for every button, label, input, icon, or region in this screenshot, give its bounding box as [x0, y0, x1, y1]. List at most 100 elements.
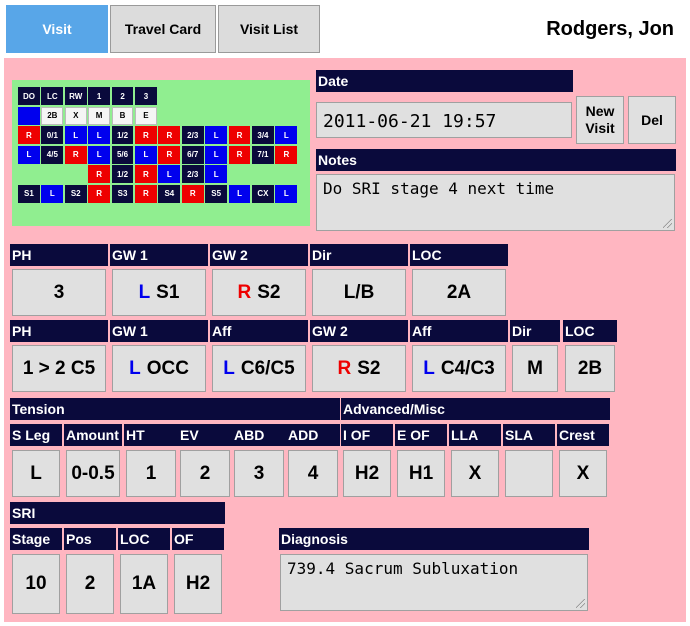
travel-card-cell[interactable]: L — [135, 145, 157, 164]
side-indicator: L — [423, 357, 435, 379]
travel-card-cell[interactable]: R — [88, 184, 111, 203]
field-value: H2 — [185, 573, 211, 594]
field-value-box[interactable]: 3 — [12, 269, 106, 316]
field-value-box[interactable]: 3 — [234, 450, 284, 497]
field-value-box[interactable]: H2 — [343, 450, 391, 497]
field-value-box[interactable]: 1 — [126, 450, 176, 497]
field-header: Aff — [410, 320, 508, 342]
travel-card-cell[interactable]: RW — [64, 87, 87, 105]
field-value-box[interactable]: M — [512, 345, 558, 392]
travel-card-cell[interactable]: 2/3 — [181, 165, 204, 183]
resize-handle-icon[interactable] — [663, 219, 672, 228]
field-value-box[interactable]: 4 — [288, 450, 338, 497]
travel-card-grid[interactable]: DO LC RW 1 2 3 2B X M B E R 0/1 L L 1/2 R R 2/3 L R 3/4 L L 4/5 R… — [12, 80, 310, 226]
travel-card-cell[interactable]: 1/2 — [111, 165, 134, 183]
travel-card-cell[interactable]: 3 — [135, 87, 157, 105]
travel-card-cell[interactable]: R — [135, 184, 157, 203]
field-value-box[interactable]: L — [12, 450, 60, 497]
travel-card-cell[interactable]: S2 — [64, 184, 87, 203]
field-value-box[interactable]: R S2 — [212, 269, 306, 316]
field-value-box[interactable]: L C4/C3 — [412, 345, 506, 392]
field-value-box[interactable]: 0-0.5 — [66, 450, 120, 497]
travel-card-cell[interactable]: R — [158, 145, 181, 164]
field-value-box[interactable]: X — [451, 450, 499, 497]
field-value-box[interactable]: L OCC — [112, 345, 206, 392]
travel-card-cell[interactable]: CX — [252, 184, 274, 203]
travel-card-cell[interactable]: L — [41, 184, 64, 203]
travel-card-cell[interactable]: 0/1 — [41, 126, 64, 144]
travel-card-cell[interactable]: S5 — [205, 184, 228, 203]
field-value-box[interactable]: 1 > 2 C5 — [12, 345, 106, 392]
field-value: H1 — [408, 462, 434, 484]
travel-card-cell[interactable]: L — [158, 165, 181, 183]
field-value-box[interactable]: 10 — [12, 554, 60, 614]
travel-card-cell[interactable]: 1/2 — [111, 126, 134, 144]
travel-card-cell[interactable]: R — [228, 145, 251, 164]
travel-card-cell[interactable]: LC — [41, 87, 64, 105]
travel-card-cell[interactable]: 5/6 — [111, 145, 134, 164]
field-value-box[interactable]: 2 — [180, 450, 230, 497]
resize-handle-icon[interactable] — [576, 599, 585, 608]
date-input[interactable]: 2011-06-21 19:57 — [316, 102, 572, 138]
travel-card-cell[interactable]: R — [88, 165, 111, 183]
travel-card-cell[interactable]: 3/4 — [252, 126, 274, 144]
field-value-box[interactable]: R S2 — [312, 345, 406, 392]
travel-card-cell[interactable]: 2B — [41, 106, 64, 125]
travel-card-cell[interactable]: L — [88, 145, 111, 164]
travel-card-cell[interactable]: DO — [18, 87, 40, 105]
travel-card-cell[interactable]: R — [135, 165, 157, 183]
field-value-box[interactable] — [505, 450, 553, 497]
field-value-box[interactable]: X — [559, 450, 607, 497]
travel-card-cell[interactable]: R — [275, 145, 298, 164]
field-value-box[interactable]: H1 — [397, 450, 445, 497]
travel-card-cell[interactable]: L — [205, 165, 228, 183]
travel-card-cell[interactable]: 1 — [88, 87, 111, 105]
travel-card-cell[interactable] — [18, 106, 40, 125]
travel-card-cell[interactable]: R — [18, 126, 40, 144]
delete-button[interactable]: Del — [628, 96, 676, 144]
field-value-box[interactable]: 1A — [120, 554, 168, 614]
travel-card-cell[interactable]: S3 — [111, 184, 134, 203]
field-value-box[interactable]: 2B — [565, 345, 615, 392]
tab-visit-list[interactable]: Visit List — [218, 5, 320, 53]
travel-card-cell[interactable]: R — [135, 126, 157, 144]
field-value-box[interactable]: L C6/C5 — [212, 345, 306, 392]
field-value-box[interactable]: 2A — [412, 269, 506, 316]
field-header: Dir — [510, 320, 560, 342]
travel-card-cell[interactable]: L — [275, 126, 298, 144]
travel-card-cell[interactable]: B — [111, 106, 134, 125]
travel-card-cell[interactable]: 4/5 — [41, 145, 64, 164]
field-value-box[interactable]: L S1 — [112, 269, 206, 316]
travel-card-cell[interactable]: L — [228, 184, 251, 203]
travel-card-cell[interactable]: X — [64, 106, 87, 125]
notes-textarea[interactable]: Do SRI stage 4 next time — [316, 174, 675, 231]
travel-card-cell[interactable]: E — [135, 106, 157, 125]
field-value-box[interactable]: H2 — [174, 554, 222, 614]
travel-card-cell[interactable]: M — [88, 106, 111, 125]
tab-travel-card[interactable]: Travel Card — [110, 5, 216, 53]
travel-card-cell[interactable]: L — [205, 145, 228, 164]
travel-card-cell[interactable]: 6/7 — [181, 145, 204, 164]
field-value-box[interactable]: L/B — [312, 269, 406, 316]
travel-card-cell[interactable]: 2/3 — [181, 126, 204, 144]
travel-card-cell[interactable]: L — [205, 126, 228, 144]
travel-card-cell[interactable]: S1 — [18, 184, 40, 203]
travel-card-cell[interactable]: L — [88, 126, 111, 144]
travel-card-cell[interactable]: L — [64, 126, 87, 144]
tab-visit[interactable]: Visit — [6, 5, 108, 53]
travel-card-cell[interactable]: R — [158, 126, 181, 144]
travel-card-cell[interactable]: 7/1 — [252, 145, 274, 164]
travel-card-cell[interactable]: R — [228, 126, 251, 144]
travel-card-cell[interactable]: R — [181, 184, 204, 203]
field-header: Amount — [64, 424, 122, 446]
new-visit-button[interactable]: New Visit — [576, 96, 624, 144]
diagnosis-textarea[interactable]: 739.4 Sacrum Subluxation — [280, 554, 588, 611]
travel-card-cell[interactable]: L — [18, 145, 40, 164]
field-header: Dir — [310, 244, 408, 266]
travel-card-cell[interactable]: 2 — [111, 87, 134, 105]
travel-card-cell[interactable]: R — [64, 145, 87, 164]
sri-label: SRI — [10, 502, 225, 524]
field-value-box[interactable]: 2 — [66, 554, 114, 614]
travel-card-cell[interactable]: L — [275, 184, 298, 203]
travel-card-cell[interactable]: S4 — [158, 184, 181, 203]
